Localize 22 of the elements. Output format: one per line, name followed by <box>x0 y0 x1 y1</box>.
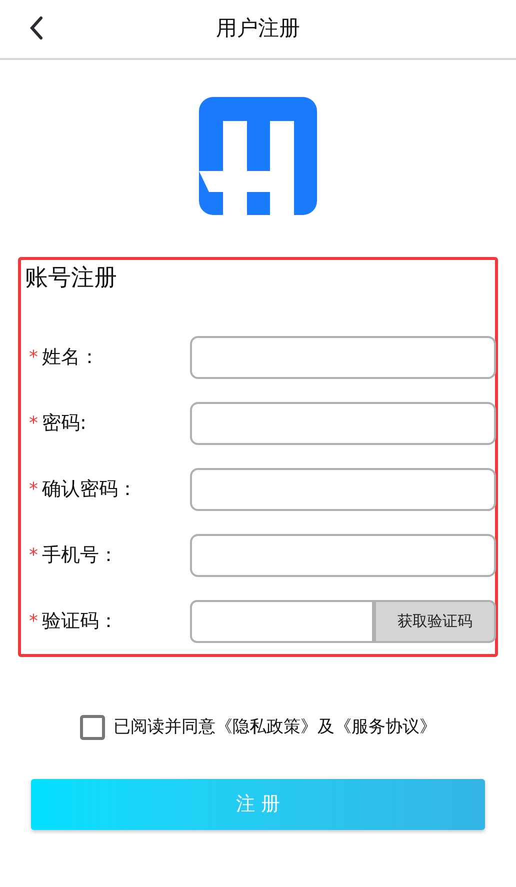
required-mark: * <box>29 610 38 634</box>
input-field[interactable] <box>190 336 496 379</box>
page-title: 用户注册 <box>216 15 300 42</box>
required-mark: * <box>29 346 38 370</box>
field-label: 姓名： <box>42 345 99 370</box>
form-title: 账号注册 <box>25 264 117 293</box>
input-field[interactable] <box>190 468 496 511</box>
field-label: 密码: <box>42 411 86 436</box>
field-label: 确认密码： <box>42 477 137 502</box>
get-code-button[interactable]: 获取验证码 <box>374 600 496 643</box>
required-mark: * <box>29 544 38 568</box>
field-label: 手机号： <box>42 543 118 568</box>
required-mark: * <box>29 412 38 436</box>
input-field[interactable] <box>190 402 496 445</box>
input-field[interactable] <box>190 600 374 643</box>
agree-checkbox[interactable] <box>80 715 104 740</box>
input-field[interactable] <box>190 534 496 577</box>
back-icon <box>29 16 43 40</box>
logo-icon <box>199 97 317 215</box>
required-mark: * <box>29 478 38 502</box>
field-label: 验证码： <box>42 609 118 634</box>
agreement-text: 已阅读并同意《隐私政策》及《服务协议》 <box>114 716 436 739</box>
